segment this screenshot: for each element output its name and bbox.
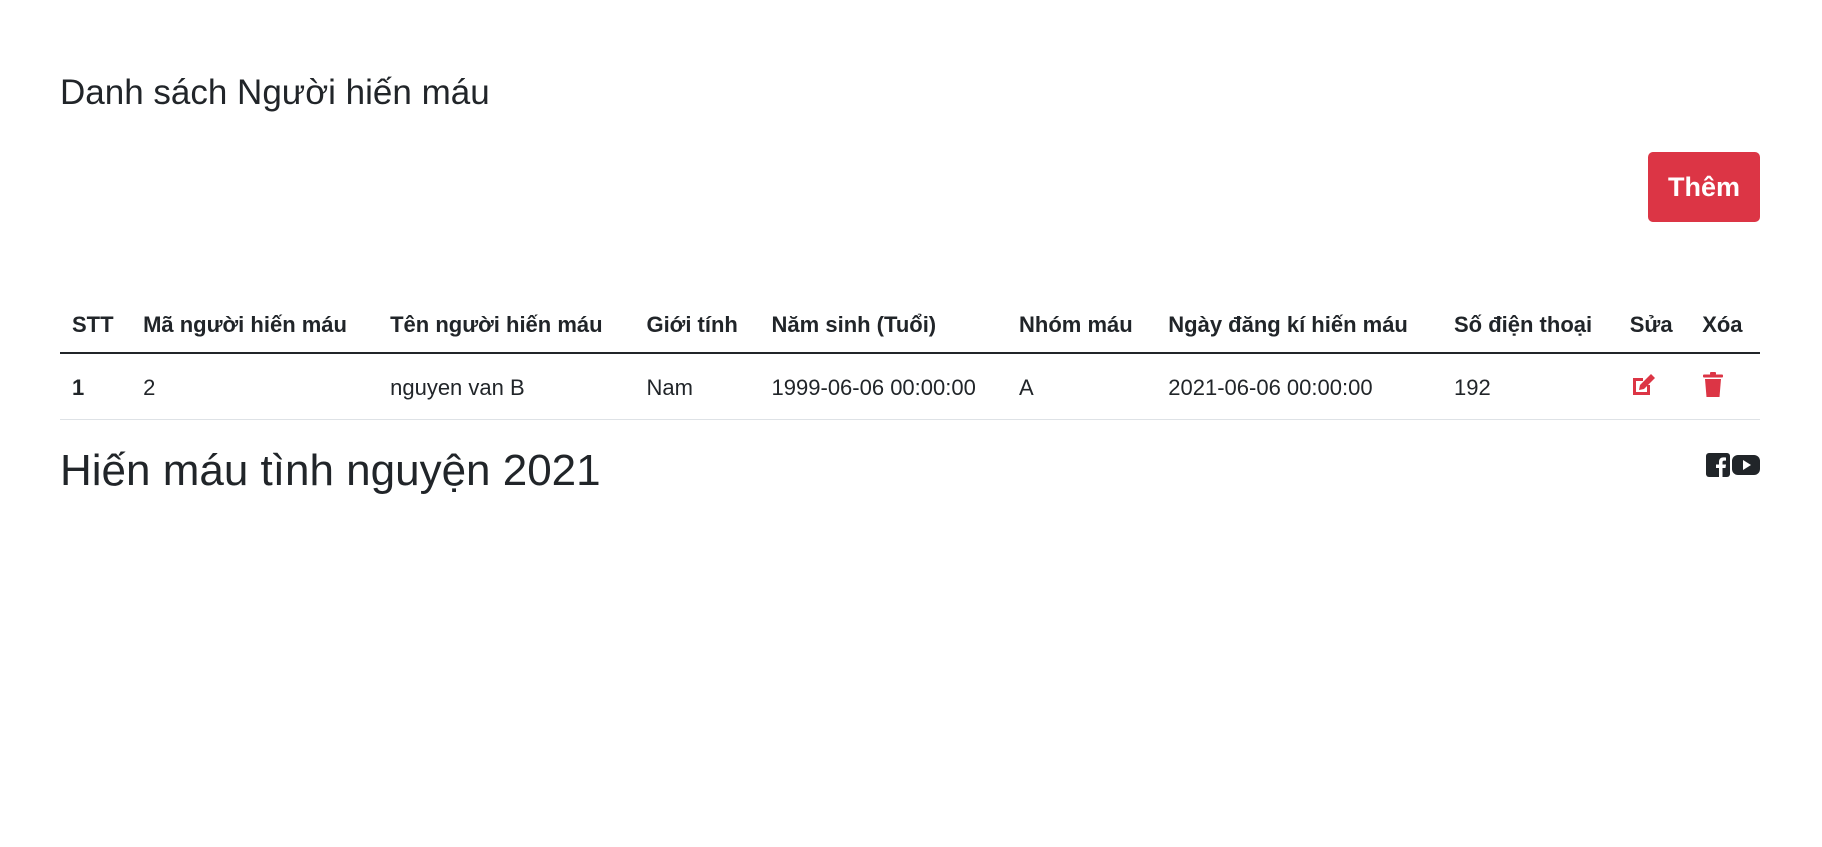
col-header-ma: Mã người hiến máu xyxy=(131,300,379,355)
col-header-ten: Tên người hiến máu xyxy=(378,300,635,355)
table-row: 1 2 nguyen van B Nam 1999-06-06 00:00:00… xyxy=(60,353,1760,420)
cell-so-dien-thoai: 192 xyxy=(1442,353,1618,420)
col-header-stt: STT xyxy=(60,300,132,355)
footer-title: Hiến máu tình nguyện 2021 xyxy=(60,446,601,495)
col-header-xoa: Xóa xyxy=(1690,300,1760,355)
cell-gioi-tinh: Nam xyxy=(634,353,760,420)
facebook-icon[interactable] xyxy=(1706,453,1730,482)
col-header-ngay-dang-ki: Ngày đăng kí hiến máu xyxy=(1156,300,1442,355)
cell-xoa xyxy=(1690,353,1760,420)
col-header-nam-sinh: Năm sinh (Tuổi) xyxy=(759,300,1008,355)
cell-nhom-mau: A xyxy=(1007,353,1157,420)
cell-ma: 2 xyxy=(131,353,379,420)
cell-stt: 1 xyxy=(60,353,132,420)
youtube-icon[interactable] xyxy=(1732,454,1760,481)
table-header-row: STT Mã người hiến máu Tên người hiến máu… xyxy=(60,300,1760,355)
donor-table: STT Mã người hiến máu Tên người hiến máu… xyxy=(60,300,1760,420)
social-links xyxy=(1706,453,1760,482)
cell-nam-sinh: 1999-06-06 00:00:00 xyxy=(759,353,1008,420)
cell-sua xyxy=(1617,353,1691,420)
page-title: Danh sách Người hiến máu xyxy=(60,73,490,112)
table-header: STT Mã người hiến máu Tên người hiến máu… xyxy=(60,300,1760,355)
page: Danh sách Người hiến máu Thêm STT Mã ngư… xyxy=(0,0,1822,847)
col-header-gioi-tinh: Giới tính xyxy=(634,300,760,355)
table-body: 1 2 nguyen van B Nam 1999-06-06 00:00:00… xyxy=(60,353,1760,420)
cell-ngay-dang-ki: 2021-06-06 00:00:00 xyxy=(1156,353,1442,420)
edit-icon[interactable] xyxy=(1630,373,1656,403)
col-header-so-dien-thoai: Số điện thoại xyxy=(1442,300,1618,355)
trash-icon[interactable] xyxy=(1702,372,1724,404)
col-header-nhom-mau: Nhóm máu xyxy=(1007,300,1157,355)
add-button[interactable]: Thêm xyxy=(1647,152,1760,222)
cell-ten: nguyen van B xyxy=(378,353,635,420)
col-header-sua: Sửa xyxy=(1617,300,1691,355)
